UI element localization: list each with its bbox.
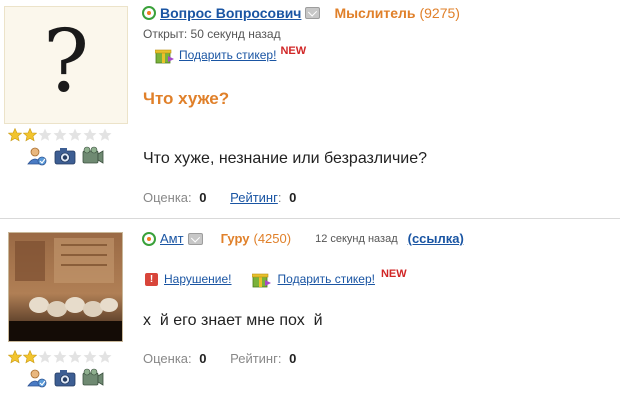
score-value: 0	[199, 190, 207, 205]
rating-value: 0	[289, 190, 297, 205]
divider	[0, 218, 620, 219]
violation-link[interactable]: Нарушение!	[164, 272, 232, 286]
star-filled-icon	[8, 350, 22, 364]
question-body: Что хуже, незнание или безразличие?	[143, 150, 428, 167]
video-icon[interactable]	[82, 368, 104, 388]
score-label: Оценка:	[143, 190, 192, 205]
score-row: Оценка: 0 Рейтинг: 0	[143, 351, 296, 366]
gift-sticker-link[interactable]: Подарить стикер!	[278, 272, 375, 286]
star-filled-icon	[8, 128, 22, 142]
new-badge: NEW	[380, 268, 407, 280]
rating-link[interactable]: Рейтинг	[230, 190, 278, 205]
mail-icon[interactable]	[187, 232, 203, 245]
star-empty-icon	[83, 350, 97, 363]
rating-label: Рейтинг:	[230, 351, 282, 366]
star-empty-icon	[53, 350, 67, 363]
author-link[interactable]: Вопрос Вопросович	[160, 5, 301, 21]
score-label: Оценка:	[143, 351, 192, 366]
answers-page: ? Вопрос Вопросович Мыслитель (9275) Отк…	[0, 0, 620, 401]
gift-sticker-link[interactable]: Подарить стикер!	[179, 48, 276, 62]
profile-icons	[26, 146, 104, 166]
star-empty-icon	[53, 128, 67, 141]
rating-stars	[8, 350, 112, 364]
score-value: 0	[199, 351, 207, 366]
new-badge: NEW	[280, 45, 307, 57]
star-empty-icon	[68, 350, 82, 363]
answer-body: х й его знает мне пох й	[143, 312, 323, 329]
author-points: (4250)	[253, 231, 292, 246]
avatar[interactable]	[8, 232, 123, 342]
opened-time: Открыт: 50 секунд назад	[143, 27, 281, 41]
gift-icon	[251, 273, 271, 288]
gift-icon	[155, 49, 174, 64]
score-row: Оценка: 0 Рейтинг: 0	[143, 190, 296, 205]
profile-icons	[26, 368, 104, 388]
user-icon[interactable]	[26, 146, 48, 166]
avatar[interactable]: ?	[4, 6, 128, 124]
warning-icon: !	[145, 272, 158, 286]
mail-icon[interactable]	[305, 7, 321, 19]
star-empty-icon	[98, 128, 112, 141]
online-status-icon	[142, 6, 156, 20]
answer-actions: ! Нарушение! Подарить стикер! NEW	[145, 268, 407, 288]
star-empty-icon	[98, 350, 112, 363]
answer-link[interactable]: (ссылка)	[408, 231, 464, 246]
video-icon[interactable]	[82, 146, 104, 166]
user-icon[interactable]	[26, 368, 48, 388]
camera-icon[interactable]	[54, 368, 76, 388]
question-title: Что хуже?	[143, 89, 230, 108]
star-empty-icon	[38, 350, 52, 363]
online-status-icon	[142, 231, 156, 246]
author-rank: Гуру	[220, 231, 250, 246]
camera-icon[interactable]	[54, 146, 76, 166]
avatar-image	[9, 233, 122, 341]
author-points: (9275)	[419, 5, 460, 21]
avatar-question-mark: ?	[42, 12, 90, 112]
rating-colon: :	[277, 190, 282, 205]
star-empty-icon	[38, 128, 52, 141]
post-header: Амт Гуру (4250) 12 секунд назад (ссылка)	[142, 231, 464, 246]
author-link[interactable]: Амт	[160, 231, 184, 246]
star-filled-icon	[23, 128, 37, 142]
author-rank: Мыслитель	[334, 5, 416, 21]
rating-stars	[8, 128, 112, 142]
star-empty-icon	[83, 128, 97, 141]
star-filled-icon	[23, 350, 37, 364]
answer-time: 12 секунд назад	[315, 232, 398, 245]
rating-value: 0	[289, 351, 297, 366]
star-empty-icon	[68, 128, 82, 141]
post-header: Вопрос Вопросович Мыслитель (9275)	[142, 5, 460, 21]
gift-sticker-row: Подарить стикер! NEW	[155, 45, 307, 64]
